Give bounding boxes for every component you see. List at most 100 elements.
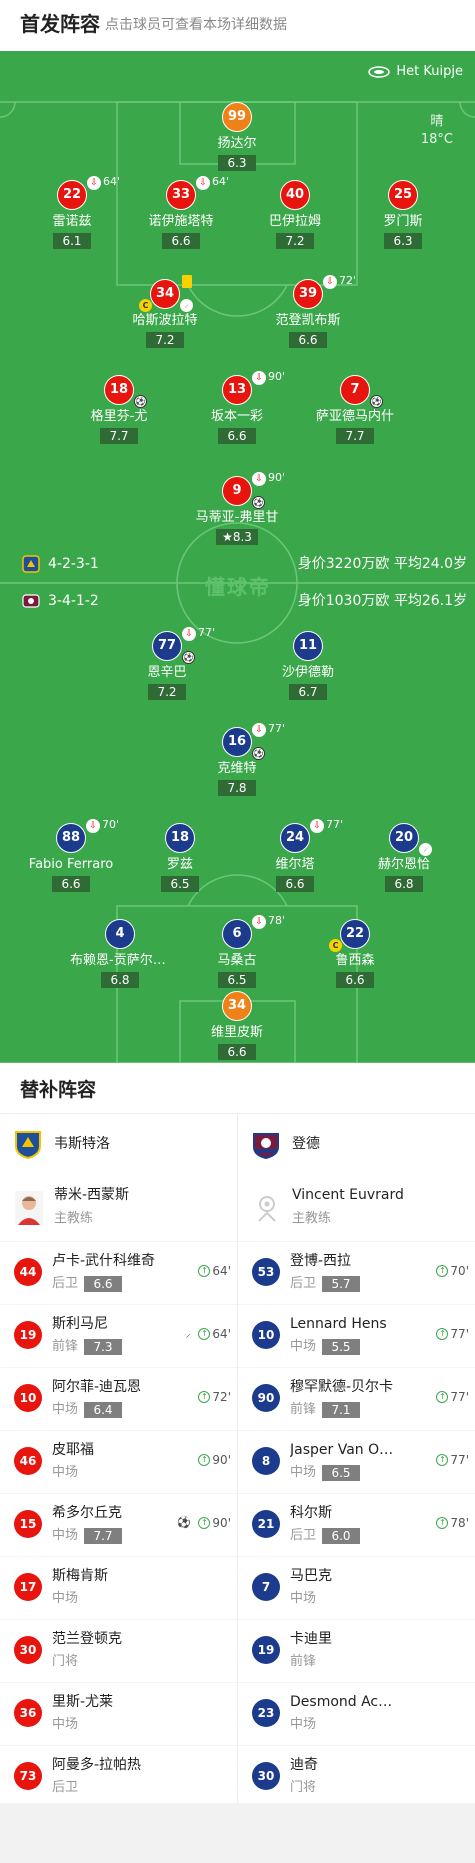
away-team-logo-icon: [253, 1133, 279, 1159]
sub-name: 希多尔丘克: [52, 1505, 122, 1521]
sub-player-row[interactable]: 8 Jasper Van Oudenhove 中场 6.5 ↑77': [238, 1430, 475, 1493]
sub-on-icon: ↑: [198, 1454, 211, 1466]
sub-on-minute: 90': [212, 1453, 231, 1467]
sub-name: 里斯-尤莱: [52, 1694, 114, 1710]
goal-icon: ⚽: [370, 395, 383, 408]
player-number: 34: [150, 279, 180, 309]
sub-name: 斯梅肯斯: [52, 1568, 108, 1584]
player-home[interactable]: 39 ⇩ 72' 范登凯布斯 6.6: [243, 274, 373, 369]
sub-player-row[interactable]: 19 斯利马尼 前锋 7.3 ⸝ ↑ 64': [0, 1304, 237, 1367]
sub-on-time: ↑ 64': [198, 1326, 231, 1342]
sub-player-row[interactable]: 73 阿曼多-拉帕热 后卫: [0, 1745, 237, 1808]
player-rating: 7.2: [146, 332, 184, 348]
sub-player-row[interactable]: 10 Lennard Hens 中场 5.5 ↑ 77': [238, 1304, 475, 1367]
sub-name: Lennard Hens: [290, 1316, 387, 1332]
home-formation: 4-2-3-1: [22, 555, 99, 573]
player-home[interactable]: 18 ⚽ 格里芬-尤 7.7: [54, 375, 184, 465]
player-home[interactable]: 25 罗门斯 6.3: [338, 180, 468, 270]
player-rating: 6.6: [336, 972, 374, 988]
sub-on-icon: ↑: [436, 1265, 449, 1277]
sub-number: 53: [252, 1258, 280, 1286]
sub-player-row[interactable]: 44 卢卡-武什科维奇 后卫 6.6 ↑ 64': [0, 1241, 237, 1304]
player-rating: 6.5: [218, 972, 256, 988]
away-team-logo-icon: [22, 594, 40, 608]
sub-on-minute: 90': [212, 1516, 231, 1530]
sub-player-row[interactable]: 15 希多尔丘克 中场 7.7 ⚽ ↑ 90': [0, 1493, 237, 1556]
player-away[interactable]: 22 C 鲁西森 6.6: [290, 919, 420, 1009]
player-home[interactable]: 34 C ⸝ 哈斯波拉特 7.2: [100, 275, 230, 369]
goal-icon: ⚽: [182, 651, 195, 664]
sub-position: 门将: [52, 1654, 79, 1669]
player-name: 罗门斯: [383, 214, 423, 229]
player-name: 维里皮斯: [210, 1025, 263, 1040]
sub-off-icon: ⇩: [252, 371, 266, 385]
sub-player-row[interactable]: 90 穆罕默德-贝尔卡 前锋 7.1 ↑ 77': [238, 1367, 475, 1430]
sub-player-row[interactable]: 46 皮耶福 中场 ↑ 90': [0, 1430, 237, 1493]
player-number: 24: [280, 823, 310, 853]
player-rating: 6.6: [162, 233, 200, 249]
sub-position: 中场: [52, 1465, 79, 1480]
sub-number: 73: [14, 1762, 42, 1790]
captain-badge: C: [139, 299, 152, 312]
player-number: 7: [340, 375, 370, 405]
coach-name: Vincent Euvrard: [292, 1187, 404, 1203]
sub-on-minute: 77': [450, 1453, 469, 1467]
player-away[interactable]: 20 ⸝ 赫尔恩恰 6.8: [339, 823, 469, 913]
sub-position: 前锋: [290, 1654, 317, 1669]
sub-on-time: ↑ 77': [436, 1452, 469, 1468]
sub-player-row[interactable]: 17 斯梅肯斯 中场: [0, 1556, 237, 1619]
sub-position: 前锋: [52, 1339, 79, 1354]
player-rating: 6.6: [276, 876, 314, 892]
sub-player-row[interactable]: 21 科尔斯 后卫 6.0 ↑ 78': [238, 1493, 475, 1556]
player-away[interactable]: 4 布赖恩-贡萨尔维斯 6.8: [55, 919, 185, 1009]
sub-player-row[interactable]: 30 范兰登顿克 门将: [0, 1619, 237, 1682]
sub-number: 10: [14, 1384, 42, 1412]
player-name: 沙伊德勒: [281, 665, 334, 680]
player-rating: 6.5: [161, 876, 199, 892]
home-value: 身价3220万欧 平均24.0岁: [297, 556, 467, 572]
player-home[interactable]: 9 ⇩ 90' ⚽ 马蒂亚-弗里甘 ★8.3: [172, 471, 302, 566]
player-home[interactable]: 7 ⚽ 萨亚德马内什 7.7: [290, 375, 420, 465]
player-away[interactable]: 77 ⇩ 77' ⚽ 恩辛巴 7.2: [102, 626, 232, 721]
sub-player-row[interactable]: 10 阿尔菲-迪瓦恩 中场 6.4 ↑ 72': [0, 1367, 237, 1430]
sub-name: 迪奇: [290, 1757, 318, 1773]
player-home[interactable]: 33 ⇩ 64' 诺伊施塔特 6.6: [116, 175, 246, 270]
home-formation-text: 4-2-3-1: [48, 556, 99, 572]
player-number: 11: [293, 631, 323, 661]
player-number: 18: [165, 823, 195, 853]
player-away[interactable]: 16 ⇩ 77' ⚽ 克维特 7.8: [172, 722, 302, 817]
sub-on-icon: ↑: [436, 1517, 449, 1529]
sub-position: 中场: [290, 1339, 317, 1354]
player-name: 赫尔恩恰: [377, 857, 430, 872]
sub-name: 科尔斯: [290, 1505, 332, 1521]
player-name: 马蒂亚-弗里甘: [195, 510, 279, 525]
sub-on-time: ↑ 77': [436, 1326, 469, 1342]
home-coach[interactable]: 蒂米-西蒙斯 主教练: [0, 1177, 237, 1241]
home-team-row[interactable]: 韦斯特洛: [0, 1113, 237, 1177]
sub-position: 门将: [290, 1780, 317, 1795]
player-home[interactable]: 13 ⇩ 90' 坂本一彩 6.6: [172, 370, 302, 465]
goal-icon: ⚽: [134, 395, 147, 408]
player-away[interactable]: 18 罗兹 6.5: [115, 823, 245, 913]
sub-position: 中场: [290, 1591, 317, 1606]
player-name: 哈斯波拉特: [132, 313, 198, 328]
player-number: 6: [222, 919, 252, 949]
sub-on-minute: 78': [450, 1516, 469, 1530]
sub-rating: 6.0: [322, 1528, 360, 1544]
away-coach[interactable]: Vincent Euvrard 主教练: [238, 1177, 475, 1241]
player-away-gk[interactable]: 34 维里皮斯 6.6: [172, 991, 302, 1063]
sub-player-row[interactable]: 23 Desmond Acquah 中场: [238, 1682, 475, 1745]
away-team-row[interactable]: 登德: [238, 1113, 475, 1177]
player-rating: 6.1: [53, 233, 91, 249]
player-rating: 6.6: [289, 332, 327, 348]
sub-player-row[interactable]: 19 卡迪里 前锋: [238, 1619, 475, 1682]
sub-player-row[interactable]: 53 登博-西拉 后卫 5.7 ↑ 70': [238, 1241, 475, 1304]
player-home-gk[interactable]: 99 扬达尔 6.3: [172, 102, 302, 192]
player-name: 格里芬-尤: [90, 409, 148, 424]
goal-icon: ⚽: [252, 747, 265, 760]
sub-player-row[interactable]: 7 马巴克 中场: [238, 1556, 475, 1619]
player-away[interactable]: 11 沙伊德勒 6.7: [243, 631, 373, 721]
sub-player-row[interactable]: 30 迪奇 门将: [238, 1745, 475, 1808]
sub-player-row[interactable]: 36 里斯-尤莱 中场: [0, 1682, 237, 1745]
player-rating: 6.8: [385, 876, 423, 892]
